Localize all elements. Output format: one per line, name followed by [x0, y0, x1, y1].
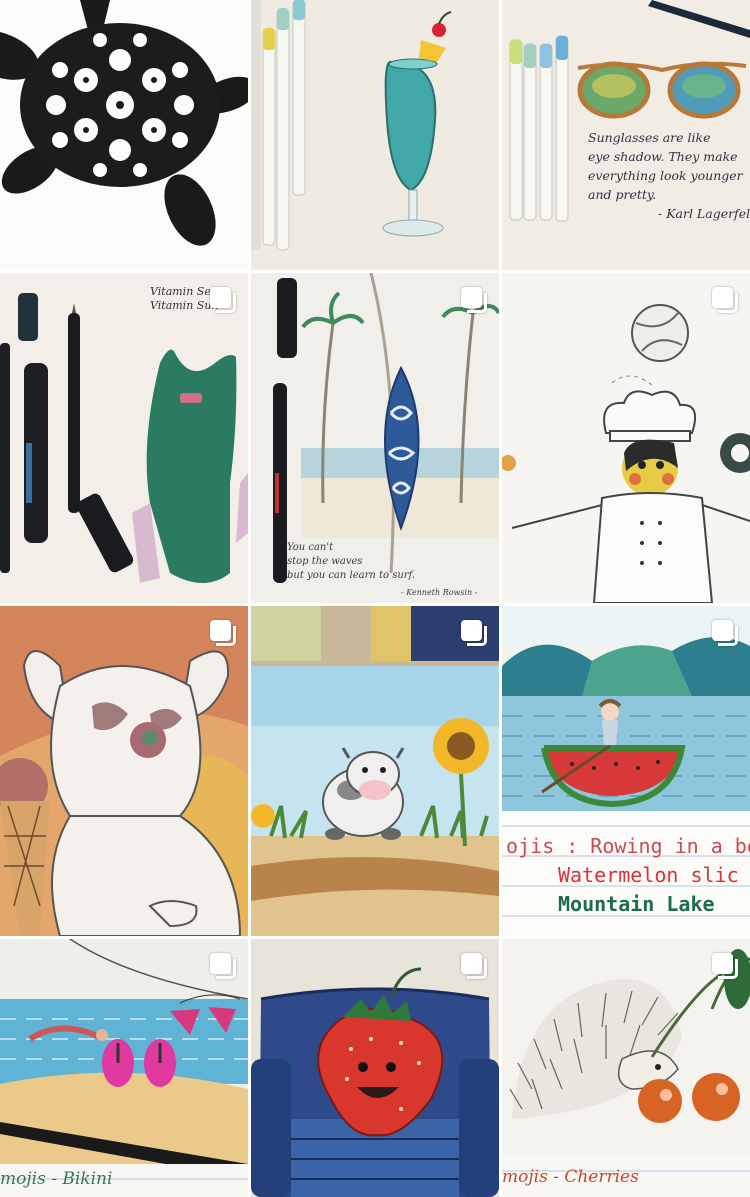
caption-line: Mountain Lake [558, 892, 715, 916]
caption-line: Watermelon slic [558, 863, 739, 887]
multiple-posts-icon [712, 287, 738, 313]
quote-line: You can't [287, 542, 334, 553]
watermelon-caption: ojis : Rowing in a boa Watermelon slic M… [506, 832, 750, 919]
multiple-posts-icon [210, 620, 236, 646]
quote-line: but you can learn to surf. [287, 570, 416, 581]
surf-quote: You can't stop the waves but you can lea… [287, 541, 499, 583]
post-tile-4[interactable]: Vitamin Sea Vitamin Sun [0, 273, 248, 603]
post-tile-12[interactable]: mojis - Cherries [502, 939, 750, 1197]
multiple-posts-icon [461, 953, 487, 979]
post-tile-7[interactable] [0, 606, 248, 936]
post-tile-3[interactable]: Sunglasses are like eye shadow. They mak… [502, 0, 750, 270]
multiple-posts-icon [461, 620, 487, 646]
post-tile-9[interactable]: ojis : Rowing in a boa Watermelon slic M… [502, 606, 750, 936]
quote-line: eye shadow. They make [588, 149, 738, 164]
quote-line: and pretty. [588, 187, 657, 202]
chef-volleyball-drawing [502, 304, 750, 603]
post-grid: Sunglasses are like eye shadow. They mak… [0, 0, 750, 1197]
post-tile-10[interactable]: mojis - Bikini [0, 939, 248, 1197]
post-tile-11[interactable] [251, 939, 499, 1197]
quote-line: everything look younger [588, 168, 743, 183]
quote-line: Sunglasses are like [588, 130, 711, 145]
post-tile-1[interactable] [0, 0, 248, 270]
multiple-posts-icon [210, 953, 236, 979]
sea-turtle-drawing [0, 0, 248, 246]
post-tile-2[interactable] [251, 0, 499, 270]
bikini-caption: mojis - Bikini [0, 1169, 113, 1189]
caption-line: ojis : Rowing in a boa [506, 834, 750, 858]
cherries-caption: mojis - Cherries [502, 1167, 639, 1187]
multiple-posts-icon [461, 287, 487, 313]
multiple-posts-icon [712, 953, 738, 979]
dog-icecream-drawing [0, 606, 248, 936]
tropical-cocktail-drawing [251, 0, 452, 251]
quote-author: - Karl Lagerfeld - [658, 206, 750, 221]
post-tile-8[interactable] [251, 606, 499, 936]
post-tile-6[interactable] [502, 273, 750, 603]
swimsuit-drawing [0, 293, 248, 583]
multiple-posts-icon [210, 287, 236, 313]
cow-sunflower-painting [251, 606, 499, 936]
multiple-posts-icon [712, 620, 738, 646]
quote-line: stop the waves [287, 556, 363, 567]
post-tile-5[interactable]: You can't stop the waves but you can lea… [251, 273, 499, 603]
sunglasses-quote: Sunglasses are like eye shadow. They mak… [588, 128, 750, 223]
surf-quote-author: - Kenneth Rowsin - [401, 588, 478, 597]
